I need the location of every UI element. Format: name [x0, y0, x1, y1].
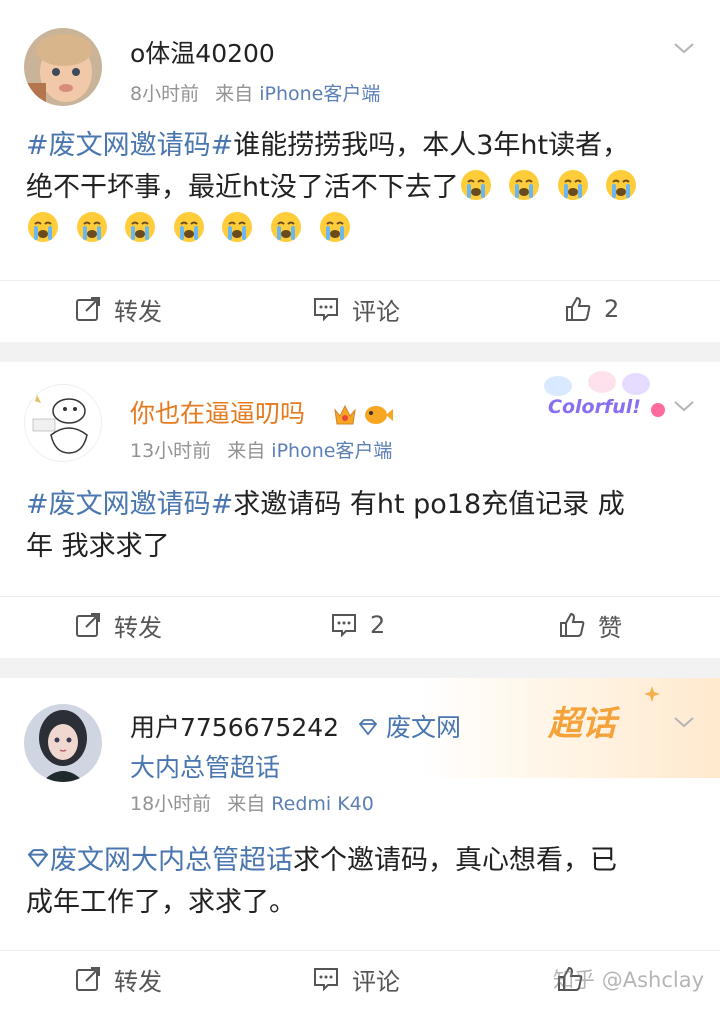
thumbs-up-icon	[566, 296, 591, 321]
super-topic-badge[interactable]: 超话	[548, 696, 616, 745]
post-divider	[0, 658, 720, 678]
crown-badge-icon	[334, 404, 356, 425]
super-topic-name-line2[interactable]: 大内总管超话	[130, 752, 280, 784]
crying-face-icon	[76, 212, 107, 242]
topic-link[interactable]: 废文网大内总管超话	[50, 845, 293, 876]
repost-button[interactable]: 转发	[74, 291, 162, 327]
repost-icon	[76, 297, 100, 321]
super-topic-link[interactable]: 废文网	[358, 712, 461, 744]
crying-face-icon	[460, 170, 491, 200]
post-text: 求邀请码 有ht po18充值记录 成	[233, 489, 625, 520]
action-bar: 转发 评论 2	[0, 280, 720, 336]
source-prefix: 来自	[215, 83, 254, 105]
emoji-row	[459, 167, 645, 209]
crying-face-icon	[606, 170, 637, 200]
crying-face-icon	[173, 212, 204, 242]
crying-face-icon	[270, 212, 301, 242]
comment-button[interactable]: 2	[330, 607, 385, 643]
chevron-down-icon[interactable]	[672, 394, 696, 418]
repost-icon	[76, 967, 100, 991]
super-topic-name: 废文网	[385, 713, 461, 742]
diamond-icon	[27, 849, 49, 868]
repost-label: 转发	[114, 613, 162, 642]
repost-button[interactable]: 转发	[74, 607, 162, 643]
post-text-line2: 年 我求求了	[26, 531, 170, 562]
post-text-line2: 成年工作了，求求了。	[26, 887, 296, 918]
post-time: 13小时前	[130, 440, 212, 462]
username[interactable]: o体温40200	[130, 38, 275, 70]
comment-icon	[332, 614, 356, 638]
comment-button[interactable]: 评论	[312, 291, 400, 327]
post-1: o体温40200 8小时前 来自 iPhone客户端 #废文网邀请码#谁能捞捞我…	[0, 0, 720, 342]
post-content: #废文网邀请码#谁能捞捞我吗，本人3年ht读者， 绝不干坏事，最近ht没了活不下…	[26, 125, 698, 251]
avatar[interactable]	[24, 704, 102, 782]
post-text: 谁能捞捞我吗，本人3年ht读者，	[233, 130, 630, 161]
post-content: 废文网大内总管超话求个邀请码，真心想看，已 成年工作了，求求了。	[26, 840, 698, 924]
emoji-row-2	[26, 209, 358, 251]
post-text: 求个邀请码，真心想看，已	[293, 845, 617, 876]
source-prefix: 来自	[227, 440, 266, 462]
comment-icon	[314, 298, 338, 322]
post-text-line2: 绝不干坏事，最近ht没了活不下去了	[26, 172, 459, 203]
crying-face-icon	[28, 212, 58, 242]
username[interactable]: 用户7756675242	[130, 712, 339, 744]
source-prefix: 来自	[227, 793, 266, 815]
post-source[interactable]: Redmi K40	[271, 793, 374, 815]
post-2: 你也在逼逼叨吗 13小时前 来自 iPhone客户端 Colorful! #废文…	[0, 362, 720, 658]
like-count: 2	[604, 295, 620, 323]
crying-face-icon	[125, 212, 156, 242]
colorful-card-badge[interactable]: Colorful!	[536, 366, 666, 424]
diamond-icon	[358, 719, 378, 736]
post-meta: 8小时前 来自 iPhone客户端	[130, 81, 380, 107]
action-bar: 转发 2 赞	[0, 596, 720, 652]
topic-link[interactable]: #废文网邀请码#	[26, 489, 233, 520]
comment-button[interactable]: 评论	[312, 961, 400, 997]
crying-face-icon	[319, 212, 350, 242]
sparkle-icon	[644, 686, 660, 702]
like-button[interactable]: 赞	[558, 607, 622, 643]
chevron-down-icon[interactable]	[672, 710, 696, 734]
post-time: 8小时前	[130, 83, 200, 105]
comment-label: 评论	[352, 297, 400, 326]
post-meta: 18小时前 来自 Redmi K40	[130, 791, 374, 817]
post-3: 超话 用户7756675242 废文网 大内总管超话 18小时前 来自 Redm…	[0, 678, 720, 1012]
post-source[interactable]: iPhone客户端	[271, 440, 392, 462]
repost-label: 转发	[114, 967, 162, 996]
avatar[interactable]	[24, 384, 102, 462]
username[interactable]: 你也在逼逼叨吗	[130, 398, 305, 430]
post-time: 18小时前	[130, 793, 212, 815]
colorful-badge-label: Colorful!	[548, 396, 641, 418]
comment-label: 评论	[352, 967, 400, 996]
crying-face-icon	[557, 170, 588, 200]
avatar[interactable]	[24, 28, 102, 106]
comment-count: 2	[370, 611, 386, 639]
repost-icon	[76, 613, 100, 637]
thumbs-up-icon	[560, 612, 585, 637]
post-divider	[0, 342, 720, 362]
chevron-down-icon[interactable]	[672, 36, 696, 60]
repost-button[interactable]: 转发	[74, 961, 162, 997]
like-label: 赞	[598, 613, 622, 642]
watermark: 知乎 @Ashclay	[553, 968, 704, 992]
crying-face-icon	[509, 170, 540, 200]
repost-label: 转发	[114, 297, 162, 326]
crying-face-icon	[222, 212, 253, 242]
post-content: #废文网邀请码#求邀请码 有ht po18充值记录 成 年 我求求了	[26, 484, 698, 568]
like-button[interactable]: 2	[564, 291, 619, 327]
pufferfish-badge-icon	[365, 406, 393, 424]
comment-icon	[314, 968, 338, 992]
post-meta: 13小时前 来自 iPhone客户端	[130, 438, 392, 464]
post-source[interactable]: iPhone客户端	[259, 83, 380, 105]
topic-link[interactable]: #废文网邀请码#	[26, 130, 233, 161]
